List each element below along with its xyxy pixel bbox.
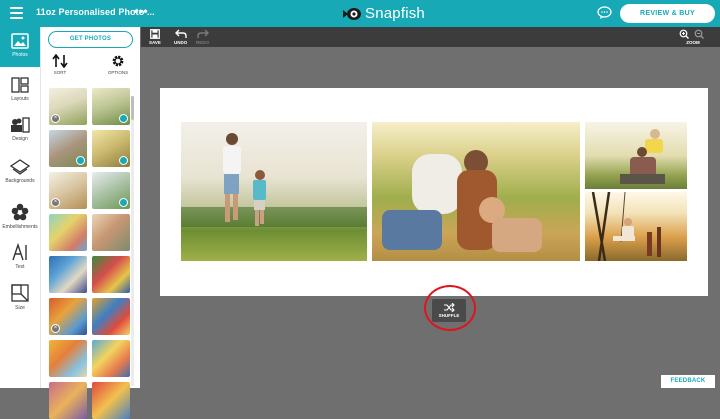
redo-arrow-icon [196,29,209,38]
hamburger-menu-icon[interactable] [10,7,23,19]
left-rail: Photos Layouts Design Backgrounds Embell… [0,27,41,388]
zoom-out-icon [694,29,704,39]
zoom-label: ZOOM [686,40,700,45]
mug-design-canvas[interactable] [160,88,708,296]
redo-label: REDO [196,40,210,45]
check-icon [76,156,85,165]
rail-item-photos[interactable]: Photos [0,27,40,67]
feedback-button[interactable]: FEEDBACK [661,375,715,388]
photo-slot-family-hug[interactable] [372,122,580,261]
photo-thumbnail[interactable]: × [49,88,87,125]
remove-photo-icon[interactable]: × [51,198,60,207]
chat-bubble-icon[interactable] [597,6,612,20]
rail-label-backgrounds: Backgrounds [5,178,35,184]
photo-thumbnail[interactable] [92,172,130,209]
logo-text: Snapfish [365,5,425,22]
snapfish-logo[interactable]: Snapfish [342,5,425,22]
review-and-buy-button[interactable]: REVIEW & BUY [620,4,715,23]
photo-thumbnail[interactable] [49,256,87,293]
remove-photo-icon[interactable]: × [51,114,60,123]
design-icon [11,117,30,133]
photo-thumbnail[interactable] [92,214,130,251]
check-icon [119,198,128,207]
get-photos-button[interactable]: GET PHOTOS [48,31,133,48]
photo-slot-swing[interactable] [585,192,687,261]
rail-item-design[interactable]: Design [0,117,40,142]
undo-arrow-icon [174,29,187,38]
photo-thumbnail[interactable]: × [49,172,87,209]
photo-slot-father-son-running[interactable] [181,122,367,261]
text-icon [12,243,27,261]
layouts-icon [11,77,29,93]
zoom-button[interactable]: ZOOM [679,29,707,45]
photo-thumbnail[interactable] [92,340,130,377]
photo-thumbnail[interactable]: × [49,298,87,335]
sort-button[interactable]: SORT [45,54,75,75]
gear-icon [112,55,124,67]
rail-label-size: Size [15,305,25,311]
flower-icon [11,203,29,221]
photo-family-hugging [382,150,542,252]
sort-arrows-icon [52,54,68,68]
photos-panel: GET PHOTOS SORT OPTIONS × × × [41,27,140,419]
top-bar: 11oz Personalised Photo ... ••• Snapfish… [0,0,720,27]
rail-label-photos: Photos [12,52,28,58]
rail-label-design: Design [12,136,28,142]
sort-label: SORT [53,70,67,75]
redo-button[interactable]: REDO [196,29,209,45]
undo-button[interactable]: UNDO [174,29,187,45]
zoom-in-icon [679,29,689,39]
panel-scrollbar-thumb[interactable] [131,96,134,120]
remove-photo-icon[interactable]: × [51,324,60,333]
rail-item-embellishments[interactable]: Embellishments [0,203,40,230]
fish-logo-icon [343,7,361,20]
photo-thumbnail[interactable] [92,256,130,293]
photo-thumbnail[interactable] [92,298,130,335]
highlight-circle [424,285,476,331]
photo-father-and-son [181,133,367,227]
photo-thumbnail[interactable] [49,214,87,251]
photo-piggyback-ride [620,129,665,184]
rail-item-text[interactable]: Text [0,243,40,270]
rail-label-layouts: Layouts [11,96,29,102]
zoom-icons [679,29,704,39]
options-label: OPTIONS [107,70,129,75]
save-button[interactable]: SAVE [149,29,161,45]
rail-label-embellishments: Embellishments [2,224,38,230]
photo-thumbnail[interactable] [92,88,130,125]
undo-label: UNDO [174,40,188,45]
backgrounds-icon [10,159,30,175]
size-icon [11,284,29,302]
photos-icon [11,33,29,49]
photo-thumbnail[interactable] [49,340,87,377]
photo-thumbnail[interactable] [92,130,130,167]
rail-item-size[interactable]: Size [0,284,40,311]
panel-scrollbar[interactable] [131,96,134,386]
photo-slot-piggyback[interactable] [585,122,687,189]
save-label: SAVE [149,40,161,45]
rail-label-text: Text [15,264,25,270]
photo-thumbnail[interactable] [49,130,87,167]
editor-toolbar: SAVE UNDO REDO ZOOM [141,27,720,47]
check-icon [119,114,128,123]
more-options-icon[interactable]: ••• [134,4,148,18]
check-icon [119,156,128,165]
rail-item-layouts[interactable]: Layouts [0,77,40,102]
options-button[interactable]: OPTIONS [103,54,133,75]
rail-item-backgrounds[interactable]: Backgrounds [0,159,40,184]
save-disk-icon [150,29,160,39]
photo-girl-on-swing [591,192,661,261]
